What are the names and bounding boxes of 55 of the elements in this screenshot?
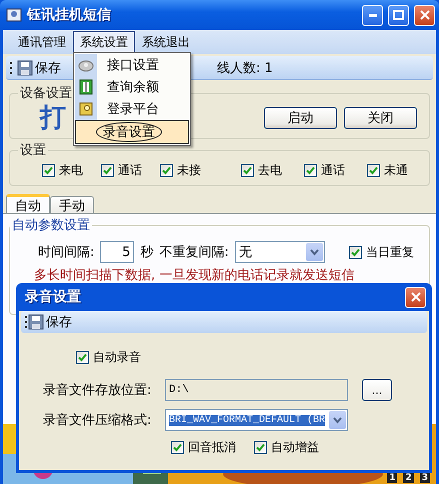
save-button[interactable]: 保存 <box>17 58 61 76</box>
action-button[interactable]: 关闭 <box>344 107 417 129</box>
path-field[interactable]: D:\ <box>165 379 348 401</box>
format-dropdown[interactable]: BRI_WAV_FORMAT_DEFAULT (BR <box>165 409 348 431</box>
checkbox[interactable]: 回音抵消 <box>171 438 236 456</box>
slide-indicator[interactable]: 1 <box>387 473 398 483</box>
checkbox[interactable]: 未接 <box>160 162 201 178</box>
slide-indicator[interactable]: 3 <box>420 473 430 483</box>
field-label: 录音文件压缩格式: <box>43 412 152 429</box>
unit-label: 秒 <box>140 244 154 261</box>
checkbox[interactable]: 通话 <box>101 162 142 178</box>
grip-icon[interactable] <box>10 60 13 74</box>
tab[interactable]: 手动 <box>50 196 94 213</box>
group-title: 设备设置 <box>19 85 73 102</box>
checkbox[interactable]: 未通 <box>367 162 408 178</box>
save-button[interactable]: 保存 <box>28 313 72 331</box>
close-button[interactable] <box>405 286 426 308</box>
browse-button[interactable]: ... <box>362 379 392 401</box>
status-text: 打 <box>40 103 66 133</box>
minimize-icon <box>368 14 376 16</box>
menu-item[interactable]: 录音设置 <box>75 120 189 144</box>
checkbox[interactable]: 去电 <box>241 162 282 178</box>
close-icon <box>410 292 420 302</box>
hint-text: 多长时间扫描下数据, 一旦发现新的电话记录就发送短信 <box>33 268 354 283</box>
menu-item[interactable]: 系统设置 <box>73 30 135 54</box>
app-icon <box>6 7 22 23</box>
disc-icon <box>78 58 94 72</box>
dialog-title: 录音设置 <box>25 288 82 306</box>
interval-field[interactable]: 5 <box>100 241 134 263</box>
close-button[interactable] <box>414 4 435 26</box>
menu-item[interactable]: 通讯管理 <box>11 30 73 54</box>
field-label: 录音文件存放位置: <box>43 382 152 399</box>
repeat-dropdown[interactable]: 无 <box>234 241 325 263</box>
maximize-button[interactable] <box>388 4 409 26</box>
online-count: 线人数: 1 <box>217 60 273 76</box>
checkbox[interactable]: 当日重复 <box>348 244 414 260</box>
checkbox[interactable]: 通话 <box>304 162 345 178</box>
action-button[interactable]: 启动 <box>264 107 337 129</box>
minimize-button[interactable] <box>362 4 383 26</box>
menu-item[interactable]: 系统退出 <box>135 30 197 54</box>
save-icon <box>17 60 33 76</box>
group-title: 自动参数设置 <box>11 217 91 234</box>
field-label: 不重复间隔: <box>159 244 229 261</box>
slide-indicator[interactable]: 2 <box>403 473 414 483</box>
checkbox[interactable]: 自动增益 <box>254 438 319 456</box>
maximize-icon <box>393 10 404 20</box>
checkbox[interactable]: 自动录音 <box>76 348 141 366</box>
tab[interactable]: 自动 <box>6 194 50 213</box>
save-icon <box>28 314 44 330</box>
field-label: 时间间隔: <box>38 244 94 261</box>
checkbox[interactable]: 来电 <box>42 162 83 178</box>
group-title: 设置 <box>19 142 47 159</box>
window-title: 钰讯挂机短信 <box>27 6 112 24</box>
grip-icon[interactable] <box>25 315 28 329</box>
close-icon <box>420 10 430 20</box>
